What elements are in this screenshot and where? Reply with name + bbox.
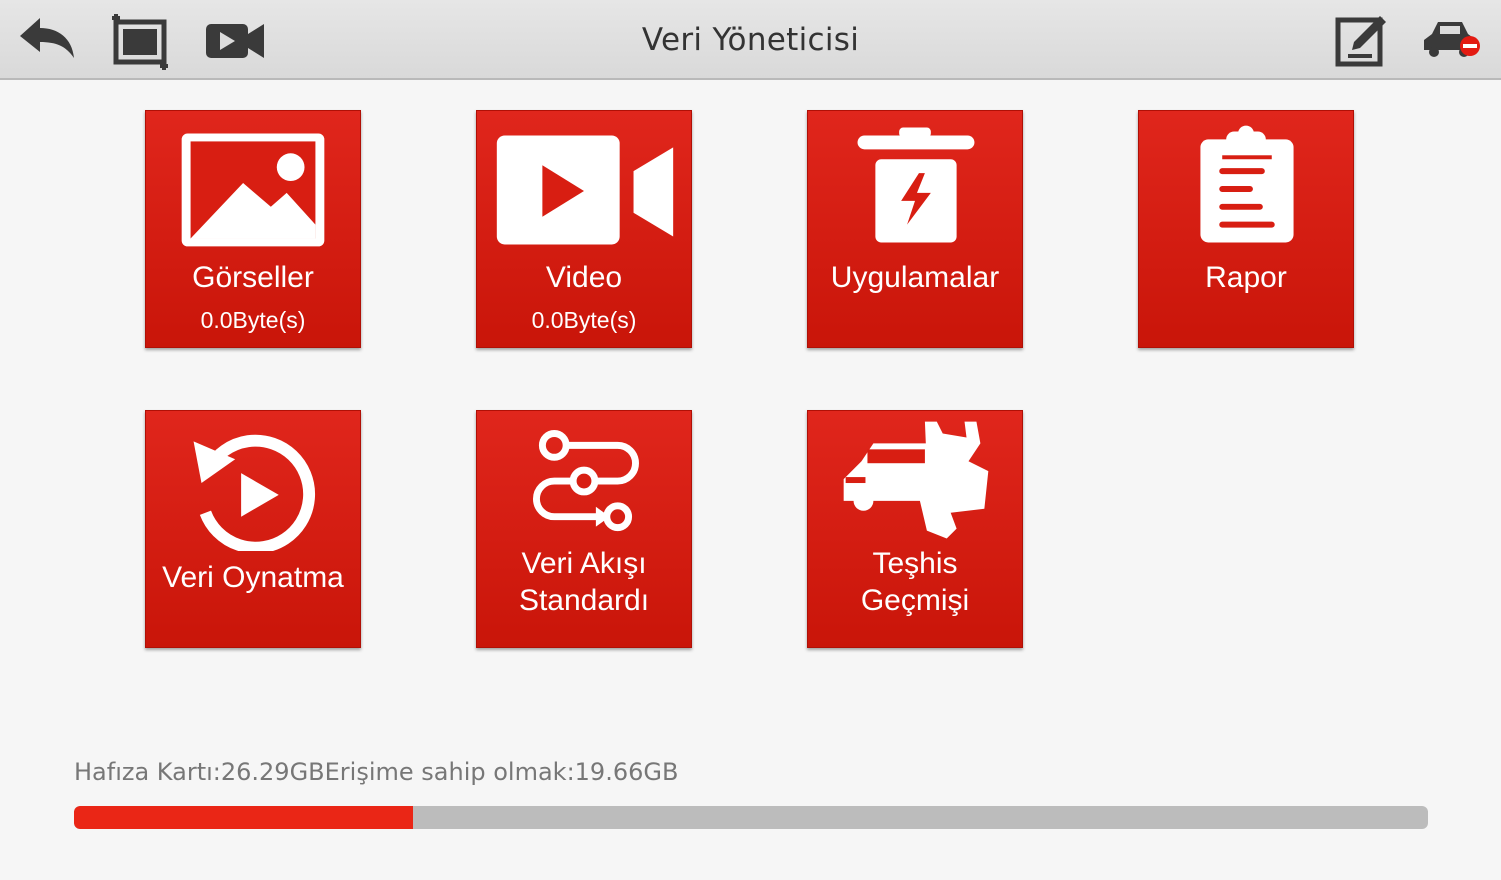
tile-label-line1: Veri Akışı <box>521 547 647 580</box>
tile-report[interactable]: Rapor <box>1138 110 1354 348</box>
memory-card-size: Hafıza Kartı:26.29GB <box>74 758 325 786</box>
tile-diagnostic-history[interactable]: Teşhis Geçmişi <box>807 410 1023 648</box>
available-space: Erişime sahip olmak:19.66GB <box>324 758 679 786</box>
tile-size: 0.0Byte(s) <box>200 307 306 333</box>
tile-label-line1: Teşhis <box>872 547 958 580</box>
car-disconnected-icon <box>1424 22 1480 57</box>
tile-label: Veri Oynatma <box>162 561 344 594</box>
tile-label: Uygulamalar <box>830 261 1000 294</box>
storage-progress-fill <box>74 806 413 829</box>
edit-button[interactable] <box>1330 10 1394 70</box>
tile-images[interactable]: Görseller 0.0Byte(s) <box>145 110 361 348</box>
top-bar: Veri Yöneticisi <box>0 0 1501 80</box>
flow-path-icon <box>477 421 691 551</box>
replay-icon <box>146 421 360 554</box>
video-camera-icon <box>477 121 691 251</box>
storage-progress-bar <box>74 806 1428 829</box>
clipboard-icon <box>1139 121 1353 251</box>
tile-size: 0.0Byte(s) <box>531 307 637 333</box>
tile-label-line2: Standardı <box>518 584 650 617</box>
tile-label: Rapor <box>1205 261 1287 294</box>
tile-label: Görseller <box>192 261 314 294</box>
tile-replay[interactable]: Veri Oynatma <box>145 410 361 648</box>
tile-apps[interactable]: Uygulamalar <box>807 110 1023 348</box>
page-title: Veri Yöneticisi <box>641 22 860 58</box>
trash-lightning-icon <box>808 121 1022 251</box>
storage-info: Hafıza Kartı:26.29GBErişime sahip olmak:… <box>74 758 678 786</box>
tile-data-stream[interactable]: Veri Akışı Standardı <box>476 410 692 648</box>
edit-note-icon <box>1335 16 1386 67</box>
tile-video[interactable]: Video 0.0Byte(s) <box>476 110 692 348</box>
image-icon <box>146 121 360 251</box>
vehicle-disconnect-button[interactable] <box>1418 10 1482 70</box>
car-wrench-icon <box>808 421 1022 551</box>
tile-label: Video <box>545 261 623 294</box>
tile-label-line2: Geçmişi <box>860 584 970 617</box>
